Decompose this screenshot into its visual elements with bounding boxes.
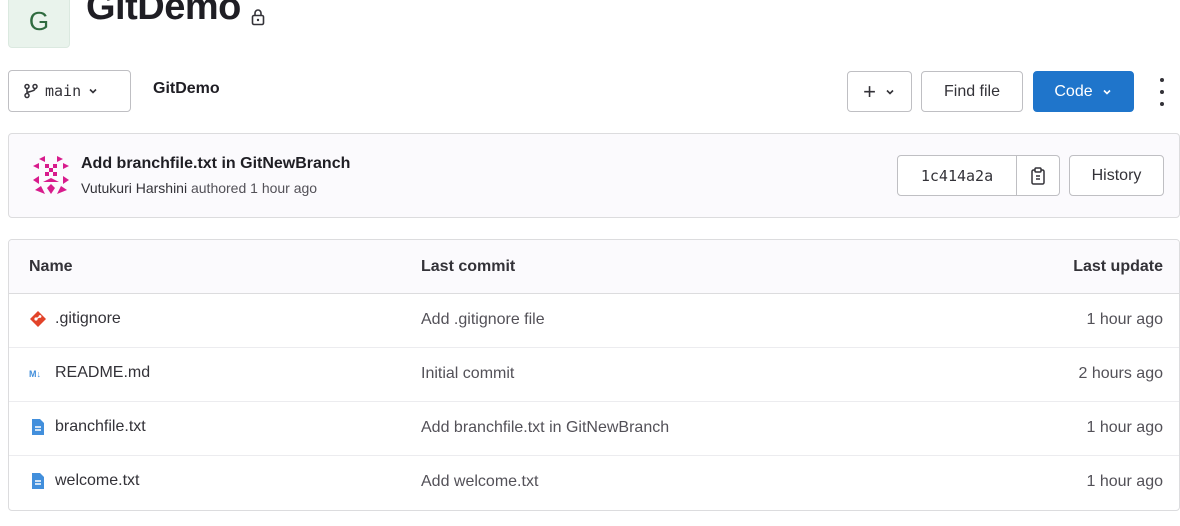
- find-file-button[interactable]: Find file: [921, 71, 1023, 112]
- branch-switcher-button[interactable]: main: [8, 70, 131, 112]
- author-avatar[interactable]: [31, 156, 71, 196]
- commit-message-link[interactable]: Initial commit: [421, 365, 514, 383]
- add-dropdown-button[interactable]: +: [847, 71, 912, 112]
- more-actions-icon[interactable]: [1152, 78, 1172, 106]
- chevron-down-icon: [886, 89, 894, 95]
- copy-sha-button[interactable]: [1017, 155, 1060, 196]
- file-name[interactable]: welcome.txt: [55, 472, 139, 490]
- last-update-time: 1 hour ago: [1086, 473, 1163, 490]
- find-file-label: Find file: [943, 82, 1001, 100]
- file-name-cell[interactable]: M↓ README.md: [29, 364, 150, 382]
- table-header: Name Last commit Last update: [9, 240, 1179, 294]
- commit-message-link[interactable]: Add branchfile.txt in GitNewBranch: [421, 419, 669, 437]
- history-label: History: [1091, 166, 1142, 184]
- table-row[interactable]: .gitignore Add .gitignore file 1 hour ag…: [9, 294, 1179, 348]
- commit-sha-group: 1c414a2a: [897, 155, 1060, 196]
- commit-message-link[interactable]: Add welcome.txt: [421, 473, 538, 491]
- commit-message-link[interactable]: Add .gitignore file: [421, 311, 545, 329]
- commit-authored-text: authored 1 hour ago: [190, 180, 318, 196]
- code-dropdown-button[interactable]: Code: [1033, 71, 1134, 112]
- project-avatar-letter: G: [28, 5, 50, 36]
- document-icon: [32, 419, 44, 435]
- last-update-time: 1 hour ago: [1086, 419, 1163, 436]
- last-update-time: 1 hour ago: [1086, 311, 1163, 328]
- commit-sha: 1c414a2a: [920, 166, 994, 185]
- file-name-cell[interactable]: .gitignore: [29, 310, 121, 328]
- header-last-commit: Last commit: [421, 258, 516, 275]
- file-table: Name Last commit Last update .gitignore …: [8, 239, 1180, 511]
- breadcrumb-project-link[interactable]: GitDemo: [153, 80, 220, 98]
- header-name: Name: [29, 258, 73, 275]
- table-row[interactable]: welcome.txt Add welcome.txt 1 hour ago: [9, 456, 1179, 510]
- svg-text:M↓: M↓: [29, 369, 41, 379]
- file-name[interactable]: .gitignore: [55, 310, 121, 328]
- file-name-cell[interactable]: branchfile.txt: [29, 418, 146, 436]
- file-name-cell[interactable]: welcome.txt: [29, 472, 139, 490]
- commit-title-link[interactable]: Add branchfile.txt in GitNewBranch: [81, 155, 350, 173]
- code-label: Code: [1054, 82, 1093, 100]
- history-button[interactable]: History: [1069, 155, 1164, 196]
- commit-sha-button[interactable]: 1c414a2a: [897, 155, 1017, 196]
- table-row[interactable]: M↓ README.md Initial commit 2 hours ago: [9, 348, 1179, 402]
- branch-name: main: [45, 82, 82, 100]
- table-row[interactable]: branchfile.txt Add branchfile.txt in Git…: [9, 402, 1179, 456]
- project-avatar[interactable]: G: [8, 0, 70, 48]
- project-title: GitDemo: [86, 0, 241, 28]
- lock-icon: [251, 9, 265, 26]
- file-name[interactable]: branchfile.txt: [55, 418, 146, 436]
- file-name[interactable]: README.md: [55, 364, 150, 382]
- branch-icon: [24, 83, 38, 99]
- last-update-time: 2 hours ago: [1078, 365, 1163, 382]
- markdown-icon: M↓: [29, 369, 41, 379]
- copy-icon: [1031, 166, 1045, 185]
- plus-icon: +: [863, 78, 876, 104]
- chevron-down-icon: [1103, 89, 1111, 95]
- git-icon: [30, 311, 46, 327]
- chevron-down-icon: [89, 88, 97, 94]
- commit-author-link[interactable]: Vutukuri Harshini: [81, 180, 187, 196]
- document-icon: [32, 473, 44, 489]
- header-last-update: Last update: [1073, 258, 1163, 275]
- commit-meta: Vutukuri Harshini authored 1 hour ago: [81, 180, 317, 196]
